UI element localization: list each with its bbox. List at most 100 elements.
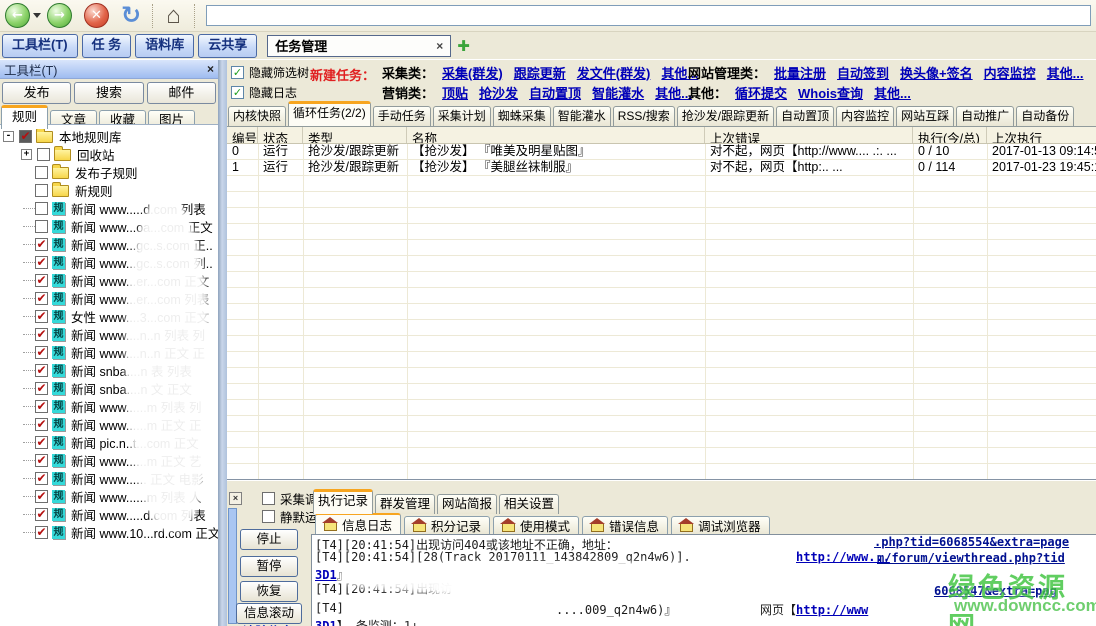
checkbox[interactable]: ✔ — [19, 130, 32, 143]
checkbox[interactable]: ✔ — [35, 454, 48, 467]
col-type[interactable]: 类型 — [303, 127, 407, 143]
checkbox[interactable]: ✔ — [35, 238, 48, 251]
checkbox[interactable]: ✔ — [35, 292, 48, 305]
checkbox[interactable]: ✔ — [35, 490, 48, 503]
loop-submit-link[interactable]: 循环提交 — [735, 83, 787, 102]
checkbox[interactable]: ✔ — [35, 382, 48, 395]
hide-tree-option[interactable]: ✓ 隐藏筛选树 — [231, 63, 309, 81]
checkbox[interactable]: ✔ — [35, 274, 48, 287]
tab-content-monitor[interactable]: 内容监控 — [836, 106, 894, 126]
tab-exec-record[interactable]: 执行记录 — [313, 489, 373, 514]
mail-button[interactable]: 邮件 — [147, 82, 216, 104]
checkbox[interactable]: ✔ — [35, 310, 48, 323]
log-output[interactable]: [T4][20:41:54]出现访问404或该地址不正确，地址： .php?ti… — [311, 534, 1096, 626]
subtab-errors[interactable]: 错误信息 — [582, 516, 668, 534]
close-icon[interactable]: × — [207, 62, 214, 76]
menu-toolbar-button[interactable]: 工具栏(T) — [2, 34, 78, 58]
col-id[interactable]: 编号 — [227, 127, 258, 143]
checkbox[interactable]: ✔ — [35, 328, 48, 341]
tab-kernel-snapshot[interactable]: 内核快照 — [228, 106, 286, 126]
log-link[interactable]: http://www... — [796, 550, 890, 564]
log-link[interactable]: m/forum/viewthread.php?tid — [877, 551, 1065, 565]
tab-site-report[interactable]: 网站简报 — [437, 494, 497, 514]
tree-folder[interactable]: 新规则 — [0, 181, 218, 199]
batch-register-link[interactable]: 批量注册 — [774, 63, 826, 82]
tab-loop-tasks[interactable]: 循环任务(2/2) — [288, 101, 371, 126]
close-icon[interactable]: × — [229, 492, 242, 505]
stop-task-button[interactable]: 停止 — [240, 529, 298, 550]
tab-rules[interactable]: 规则 — [1, 105, 48, 129]
tab-sofa-track[interactable]: 抢沙发/跟踪更新 — [677, 106, 774, 126]
col-name[interactable]: 名称 — [407, 127, 705, 143]
tree-label[interactable]: 本地规则库 — [59, 127, 122, 146]
checkbox[interactable]: ✔ — [35, 256, 48, 269]
tree-label[interactable]: 发布子规则 — [75, 163, 138, 182]
checkbox[interactable]: ✔ — [35, 526, 48, 539]
col-last-error[interactable]: 上次错误 — [705, 127, 913, 143]
resume-button[interactable]: 恢复 — [240, 581, 298, 602]
address-input[interactable] — [206, 5, 1091, 26]
forward-button[interactable]: → — [47, 3, 72, 28]
col-last-exec[interactable]: 上次执行 — [987, 127, 1096, 143]
tab-group-post[interactable]: 群发管理 — [375, 494, 435, 514]
auto-top-link[interactable]: 自动置顶 — [529, 83, 581, 102]
checkbox[interactable]: ✔ — [35, 508, 48, 521]
tab-auto-promote[interactable]: 自动推广 — [956, 106, 1014, 126]
checkbox[interactable]: ✓ — [231, 66, 244, 79]
task-manager-doc-tab[interactable]: 任务管理 × — [267, 35, 451, 57]
track-update-link[interactable]: 跟踪更新 — [514, 63, 566, 82]
checkbox[interactable]: ✔ — [35, 400, 48, 413]
pause-button[interactable]: 暂停 — [240, 556, 298, 577]
checkbox[interactable] — [262, 492, 275, 505]
whois-link[interactable]: Whois查询 — [798, 83, 863, 102]
menu-cloudshare-button[interactable]: 云共享 — [198, 34, 257, 58]
checkbox[interactable] — [35, 184, 48, 197]
log-link[interactable]: .php?tid=6068554&extra=page — [874, 535, 1069, 549]
subtab-debug-browser[interactable]: 调试浏览器 — [671, 516, 770, 534]
checkbox[interactable]: ✔ — [35, 436, 48, 449]
tab-collect-plan[interactable]: 采集计划 — [433, 106, 491, 126]
subtab-usage-mode[interactable]: 使用模式 — [493, 516, 579, 534]
other-link[interactable]: 其他... — [1047, 63, 1084, 82]
back-dropdown-caret[interactable] — [33, 13, 41, 18]
tab-auto-top[interactable]: 自动置顶 — [776, 106, 834, 126]
log-link[interactable]: http://www — [796, 603, 868, 617]
search-button[interactable]: 搜索 — [74, 82, 143, 104]
tree-label[interactable]: 新规则 — [75, 181, 113, 200]
tab-rss-search[interactable]: RSS/搜索 — [613, 106, 675, 126]
tree-root[interactable]: - ✔ 本地规则库 — [0, 127, 218, 145]
subtab-points[interactable]: 积分记录 — [404, 516, 490, 534]
avatar-signature-link[interactable]: 换头像+签名 — [900, 63, 973, 82]
auto-signin-link[interactable]: 自动签到 — [837, 63, 889, 82]
add-tab-icon[interactable]: ✚ — [457, 37, 470, 55]
col-exec-count[interactable]: 执行(今/总) — [913, 127, 987, 143]
tab-spider-collect[interactable]: 蜘蛛采集 — [493, 106, 551, 126]
refresh-button[interactable]: ↻ — [121, 4, 141, 28]
close-icon[interactable]: × — [436, 39, 443, 53]
stop-button[interactable]: ✕ — [84, 3, 109, 28]
checkbox[interactable] — [35, 220, 48, 233]
publish-button[interactable]: 发布 — [2, 82, 71, 104]
collect-group-link[interactable]: 采集(群发) — [442, 63, 503, 82]
hide-log-option[interactable]: ✓ 隐藏日志 — [231, 83, 297, 101]
bump-link[interactable]: 顶贴 — [442, 83, 468, 102]
sofa-link[interactable]: 抢沙发 — [479, 83, 518, 102]
tab-smart-flood[interactable]: 智能灌水 — [553, 106, 611, 126]
subtab-info-log[interactable]: 信息日志 — [315, 513, 401, 534]
tab-manual-tasks[interactable]: 手动任务 — [373, 106, 431, 126]
table-row[interactable]: 1 运行 抢沙发/跟踪更新 【抢沙发】 『美腿丝袜制服』 对不起，网页【http… — [227, 160, 1096, 176]
checkbox[interactable]: ✔ — [35, 364, 48, 377]
table-row[interactable]: 0 运行 抢沙发/跟踪更新 【抢沙发】 『唯美及明星贴图』 对不起，网页【htt… — [227, 144, 1096, 160]
tree-label[interactable]: 新闻 www.10...rd.com 正文 — [71, 523, 218, 542]
menu-corpus-button[interactable]: 语料库 — [135, 34, 194, 58]
tree-folder[interactable]: 发布子规则 — [0, 163, 218, 181]
checkbox[interactable]: ✔ — [35, 346, 48, 359]
tab-settings[interactable]: 相关设置 — [499, 494, 559, 514]
checkbox[interactable] — [37, 148, 50, 161]
checkbox[interactable] — [262, 510, 275, 523]
checkbox[interactable]: ✔ — [35, 472, 48, 485]
checkbox[interactable] — [35, 202, 48, 215]
collapse-icon[interactable]: - — [3, 131, 14, 142]
tab-auto-backup[interactable]: 自动备份 — [1016, 106, 1074, 126]
tree-folder[interactable]: + 回收站 — [0, 145, 218, 163]
